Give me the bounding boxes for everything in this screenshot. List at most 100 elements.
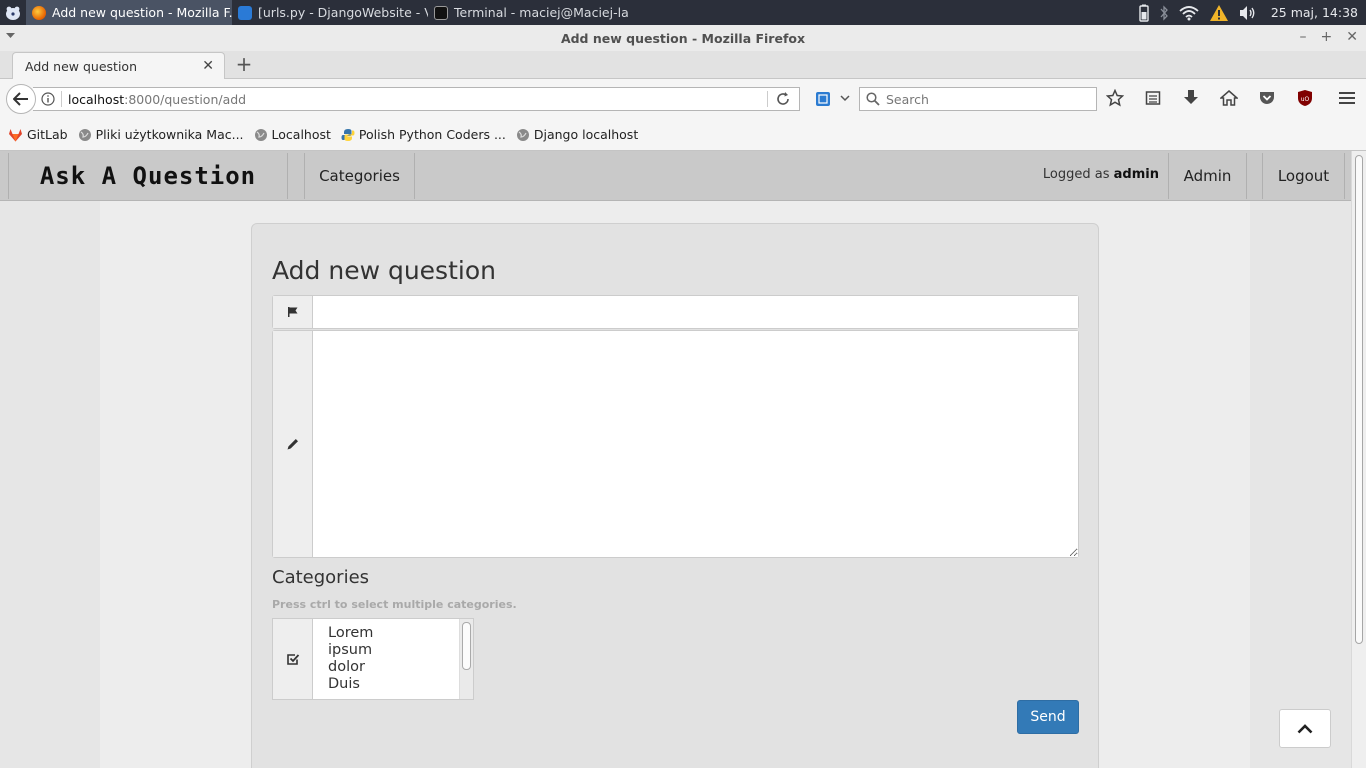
wifi-icon[interactable] bbox=[1179, 5, 1199, 21]
system-tray: 25 maj, 14:38 bbox=[1139, 0, 1366, 25]
globe-icon bbox=[254, 128, 267, 141]
question-form-card: Add new question Categories Press ctrl t… bbox=[251, 223, 1099, 768]
bookmark-localhost[interactable]: Localhost bbox=[254, 127, 331, 142]
search-placeholder: Search bbox=[886, 91, 929, 107]
python-icon bbox=[341, 128, 355, 141]
categories-scrollbar[interactable] bbox=[459, 619, 473, 699]
url-path: :8000/question/add bbox=[124, 91, 247, 107]
page-scrollbar[interactable] bbox=[1351, 151, 1366, 768]
window-title: Add new question - Mozilla Firefox bbox=[560, 30, 806, 46]
nav-admin-link[interactable]: Admin bbox=[1168, 153, 1247, 199]
category-option[interactable]: ipsum bbox=[328, 642, 473, 659]
new-tab-button[interactable]: + bbox=[233, 53, 255, 77]
window-titlebar: Add new question - Mozilla Firefox – + ✕ bbox=[0, 25, 1366, 51]
reader-view-icon[interactable] bbox=[815, 91, 831, 107]
gitlab-icon bbox=[9, 128, 22, 141]
tab-add-new-question[interactable]: Add new question ✕ bbox=[12, 52, 225, 79]
category-option[interactable]: dolor bbox=[328, 659, 473, 676]
reload-icon[interactable] bbox=[775, 91, 791, 107]
send-button[interactable]: Send bbox=[1017, 700, 1079, 734]
back-button[interactable] bbox=[6, 84, 36, 114]
taskbar-task-label: Terminal - maciej@Maciej-la... bbox=[454, 5, 628, 20]
bookmark-label: Django localhost bbox=[533, 127, 639, 142]
bookmark-label: Polish Python Coders ... bbox=[358, 127, 506, 142]
search-icon bbox=[866, 92, 880, 106]
taskbar-task-terminal[interactable]: Terminal - maciej@Maciej-la... bbox=[428, 0, 628, 25]
nav-categories-link[interactable]: Categories bbox=[304, 153, 415, 199]
bookmark-pliki[interactable]: Pliki użytkownika Mac... bbox=[78, 127, 244, 142]
battery-icon[interactable] bbox=[1139, 4, 1149, 22]
site-navbar: Ask A Question Categories Logged as admi… bbox=[0, 151, 1351, 201]
maximize-icon[interactable]: + bbox=[1321, 29, 1333, 45]
question-body-textarea[interactable] bbox=[313, 331, 1078, 557]
terminal-icon bbox=[434, 5, 448, 20]
page-title: Add new question bbox=[272, 256, 496, 285]
downloads-icon[interactable] bbox=[1181, 87, 1201, 109]
title-addon bbox=[273, 296, 313, 328]
home-icon[interactable] bbox=[1219, 87, 1239, 109]
bookmark-gitlab[interactable]: GitLab bbox=[8, 127, 68, 142]
categories-heading: Categories bbox=[272, 567, 370, 588]
bluetooth-icon[interactable] bbox=[1159, 4, 1169, 21]
back-arrow-icon bbox=[13, 92, 28, 106]
logged-in-status: Logged as admin bbox=[1043, 167, 1159, 182]
title-input-group bbox=[272, 295, 1079, 329]
bookmarks-toolbar: GitLab Pliki użytkownika Mac... Localhos… bbox=[0, 119, 1366, 151]
minimize-icon[interactable]: – bbox=[1300, 29, 1307, 45]
taskbar-task-label: [urls.py - DjangoWebsite - Vi... bbox=[258, 5, 428, 20]
volume-icon[interactable] bbox=[1239, 5, 1257, 21]
xfce-mouse-icon bbox=[6, 6, 20, 20]
logged-username: admin bbox=[1113, 167, 1159, 182]
bookmark-django-localhost[interactable]: Django localhost bbox=[516, 127, 638, 142]
nav-logout-link[interactable]: Logout bbox=[1262, 153, 1345, 199]
body-input-group bbox=[272, 330, 1079, 558]
question-title-input[interactable] bbox=[313, 296, 1078, 328]
firefox-icon bbox=[32, 5, 46, 20]
taskbar-task-vscode[interactable]: [urls.py - DjangoWebsite - Vi... bbox=[232, 0, 428, 25]
bookmark-label: GitLab bbox=[27, 127, 68, 142]
bookmark-label: Localhost bbox=[271, 127, 331, 142]
desktop-taskbar: Add new question - Mozilla F... [urls.py… bbox=[0, 0, 1366, 25]
scroll-to-top-button[interactable] bbox=[1279, 709, 1331, 748]
bookmarks-menu-icon[interactable] bbox=[1143, 87, 1163, 109]
navigation-toolbar: localhost:8000/question/add Search uO bbox=[0, 79, 1366, 119]
categories-multiselect[interactable]: Lorem ipsum dolor Duis bbox=[313, 619, 473, 699]
body-addon bbox=[273, 331, 313, 557]
categories-select-group: Lorem ipsum dolor Duis bbox=[272, 618, 474, 700]
main-container: Add new question Categories Press ctrl t… bbox=[100, 201, 1250, 768]
vscode-icon bbox=[238, 5, 252, 20]
tab-label: Add new question bbox=[25, 58, 137, 74]
page-viewport: Ask A Question Categories Logged as admi… bbox=[0, 151, 1351, 768]
bookmark-star-icon[interactable] bbox=[1105, 87, 1125, 109]
check-square-icon bbox=[286, 654, 299, 665]
site-info-icon[interactable] bbox=[41, 92, 55, 106]
bookmark-polish-python-coders[interactable]: Polish Python Coders ... bbox=[341, 127, 506, 142]
warning-icon[interactable] bbox=[1209, 4, 1229, 22]
globe-icon bbox=[78, 128, 91, 141]
pocket-icon[interactable] bbox=[1257, 87, 1277, 109]
flag-icon bbox=[287, 307, 297, 317]
pencil-icon bbox=[287, 439, 298, 450]
url-bar[interactable]: localhost:8000/question/add bbox=[33, 87, 800, 111]
svg-text:uO: uO bbox=[1301, 96, 1310, 103]
categories-addon bbox=[273, 619, 313, 699]
search-bar[interactable]: Search bbox=[859, 87, 1097, 111]
clock[interactable]: 25 maj, 14:38 bbox=[1271, 5, 1358, 20]
site-brand[interactable]: Ask A Question bbox=[8, 153, 288, 199]
start-menu-button[interactable] bbox=[0, 0, 26, 25]
category-option[interactable]: Duis bbox=[328, 676, 473, 693]
ublock-icon[interactable]: uO bbox=[1295, 87, 1315, 109]
page-scrollbar-thumb[interactable] bbox=[1355, 155, 1363, 644]
close-window-icon[interactable]: ✕ bbox=[1346, 29, 1358, 45]
close-tab-icon[interactable]: ✕ bbox=[202, 58, 214, 74]
hamburger-menu-icon[interactable] bbox=[1337, 87, 1357, 109]
window-menu-icon[interactable] bbox=[6, 33, 15, 39]
url-host: localhost bbox=[68, 91, 125, 107]
taskbar-task-label: Add new question - Mozilla F... bbox=[52, 5, 232, 20]
search-engine-dropdown-icon[interactable] bbox=[840, 95, 850, 102]
bookmark-label: Pliki użytkownika Mac... bbox=[95, 127, 244, 142]
taskbar-task-firefox[interactable]: Add new question - Mozilla F... bbox=[26, 0, 232, 25]
logged-prefix: Logged as bbox=[1042, 167, 1110, 182]
category-option[interactable]: Lorem bbox=[328, 625, 473, 642]
categories-help-text: Press ctrl to select multiple categories… bbox=[272, 598, 517, 611]
